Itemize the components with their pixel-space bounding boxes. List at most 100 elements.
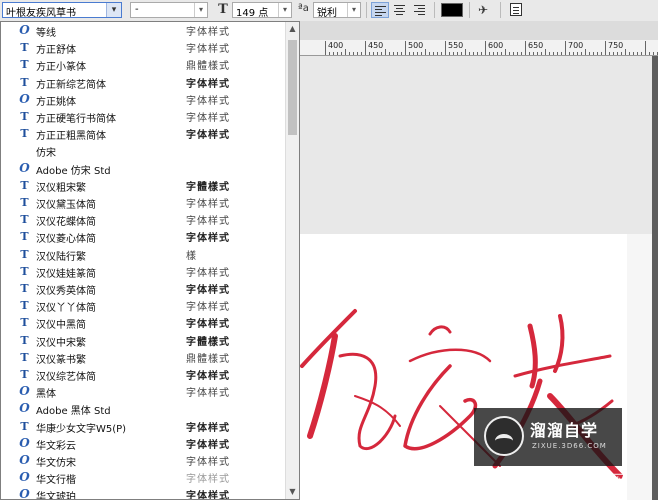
font-list-item[interactable]: O 等线 字体样式 [1,22,287,40]
align-left-button[interactable] [371,2,389,18]
font-style-select[interactable]: - ▾ [130,2,208,18]
font-list-item[interactable]: T 汉仪菱心体简 字体样式 [1,228,287,245]
character-panel-icon[interactable] [510,3,522,16]
font-list-item[interactable]: O 方正姚体 字体样式 [1,91,287,108]
ruler-tick [573,52,574,55]
ruler-tick [521,52,522,55]
chevron-down-icon[interactable]: ▾ [106,3,121,17]
ruler-tick [369,52,370,55]
font-list-item[interactable]: T 方正正粗黑简体 字体样式 [1,125,287,142]
ruler-label: 600 [488,41,504,50]
font-list-item[interactable]: T 汉仪丫丫体简 字体样式 [1,297,287,314]
scrollbar-thumb[interactable] [288,40,297,135]
ruler-tick [341,52,342,55]
anti-alias-value: 锐利 [317,8,337,19]
font-list-scrollbar[interactable]: ▲ ▼ [285,22,299,499]
ruler-tick [553,52,554,55]
font-list-item[interactable]: T 华康少女文字W5(P) 字体样式 [1,418,287,435]
font-list-item[interactable]: O Adobe 黑体 Std [1,400,287,418]
ruler-label: 750 [608,41,624,50]
font-list-item[interactable]: T 汉仪秀英体简 字体样式 [1,280,287,297]
chevron-down-icon[interactable]: ▾ [278,3,291,17]
font-list-item[interactable]: T 汉仪粗宋繁 字體樣式 [1,177,287,194]
font-preview-sample: 字体样式 [186,491,230,500]
horizontal-ruler: 400 450 500 550 600 650 700 750 [300,40,658,56]
font-list-item[interactable]: O Adobe 仿宋 Std [1,160,287,177]
font-list-item[interactable]: O 黑体 字体样式 [1,383,287,401]
font-preview-sample: 字体样式 [186,302,230,314]
font-list-item[interactable]: O 华文行楷 字体样式 [1,469,287,487]
align-right-button[interactable] [411,2,429,18]
ruler-tick [445,41,446,55]
font-list-item[interactable]: T 汉仪中宋繁 字體樣式 [1,332,287,349]
ruler-tick [629,52,630,55]
ruler-tick [517,52,518,55]
ruler-tick [557,52,558,55]
font-list-item[interactable]: T 汉仪篆书繁 鼎體樣式 [1,349,287,366]
ruler-label: 400 [328,41,344,50]
font-name-label: 方正小篆体 [36,62,86,74]
ruler-tick [365,41,366,55]
font-name-label: 汉仪粗宋繁 [36,182,86,194]
opentype-icon: O [19,470,30,485]
ruler-tick [513,52,514,55]
warp-text-icon[interactable]: ✈ [475,2,491,18]
font-list-item[interactable]: T 方正硬笔行书简体 字体样式 [1,108,287,125]
font-name-label: 汉仪综艺体简 [36,372,96,383]
ruler-tick [345,49,346,55]
font-preview-sample: 字體樣式 [186,181,230,193]
chevron-down-icon[interactable]: ▾ [347,3,360,17]
ruler-tick [589,52,590,55]
font-list-item[interactable]: T 方正新综艺简体 字体样式 [1,74,287,91]
font-list-item[interactable]: T 汉仪陆行繁 樣 [1,246,287,263]
ruler-tick [625,49,626,55]
scroll-up-arrow-icon[interactable]: ▲ [286,22,299,36]
font-list-item[interactable]: T 汉仪黛玉体简 字体样式 [1,194,287,211]
font-list-item[interactable]: T 方正舒体 字体样式 [1,39,287,56]
text-color-swatch[interactable] [441,3,463,17]
align-center-button[interactable] [391,2,409,18]
font-size-select[interactable]: 149 点 ▾ [232,2,292,19]
font-list-item[interactable]: O 华文仿宋 字体样式 [1,452,287,470]
chevron-down-icon[interactable]: ▾ [194,3,207,17]
ruler-tick [577,52,578,55]
ruler-tick [493,52,494,55]
ruler-tick [409,52,410,55]
ruler-tick [361,52,362,55]
truetype-icon: T [18,282,31,297]
anti-alias-select[interactable]: 锐利 ▾ [313,2,361,19]
ruler-tick [389,52,390,55]
scroll-down-arrow-icon[interactable]: ▼ [286,485,299,499]
font-list-item[interactable]: 仿宋 [1,142,287,159]
ruler-tick [641,52,642,55]
ruler-tick [489,52,490,55]
font-preview-sample: 字体样式 [186,27,230,38]
font-list-item[interactable]: T 方正小篆体 鼎體樣式 [1,56,287,73]
font-preview-sample: 字體樣式 [186,336,230,348]
truetype-icon: T [18,76,31,91]
font-preview-sample: 字体样式 [186,113,230,124]
truetype-icon: T [18,265,31,280]
ruler-tick [653,52,654,55]
font-name-label: 汉仪陆行繁 [36,251,86,263]
font-list-item[interactable]: T 汉仪中黑简 字体样式 [1,314,287,331]
truetype-icon: T [18,299,31,314]
ruler-label: 650 [528,41,544,50]
ruler-tick [337,52,338,55]
font-list-item[interactable]: O 华文琥珀 字体样式 [1,486,287,500]
font-list-item[interactable]: T 汉仪综艺体简 字体样式 [1,366,287,383]
ruler-tick [397,52,398,55]
font-list-item[interactable]: T 汉仪花蝶体简 字体样式 [1,211,287,228]
ruler-tick [333,52,334,55]
ruler-tick [329,52,330,55]
ruler-tick [429,52,430,55]
ruler-tick [381,52,382,55]
ruler-tick [449,52,450,55]
ruler-tick [325,41,326,55]
font-list-item[interactable]: T 汉仪娃娃篆简 字体样式 [1,263,287,280]
font-name-label: 汉仪丫丫体简 [36,303,96,315]
font-family-select[interactable]: 叶根友疾风草书 ▾ [2,2,122,19]
font-list-item[interactable]: O 华文彩云 字体样式 [1,435,287,452]
font-list-dropdown[interactable]: O等线字体样式T方正舒体字体样式T方正小篆体鼎體樣式T方正新综艺简体字体样式O方… [0,21,300,500]
ruler-tick [569,52,570,55]
